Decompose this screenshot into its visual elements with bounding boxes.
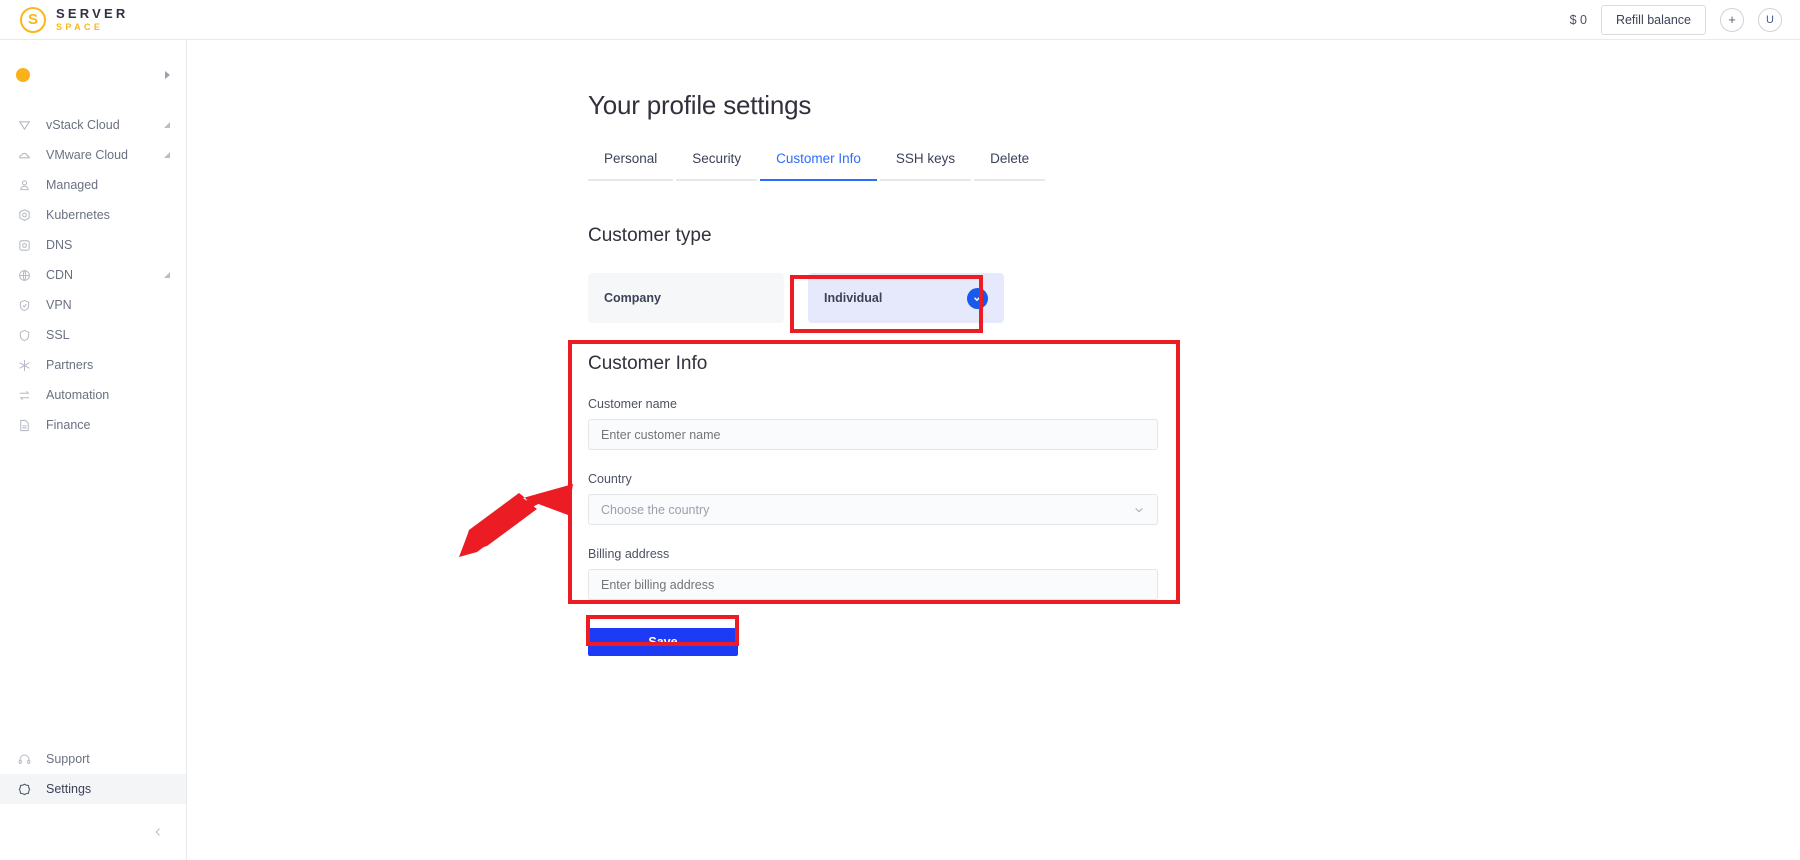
sidebar-item-label: Finance: [46, 418, 91, 432]
logo-s-icon: S: [20, 6, 46, 33]
main-content: Your profile settings Personal Security …: [187, 40, 1800, 860]
sidebar: vStack Cloud VMware Cloud Managed Kubern…: [0, 40, 187, 860]
customer-type-company[interactable]: Company: [588, 273, 784, 323]
sidebar-item-label: VPN: [46, 298, 72, 312]
field-customer-name: Customer name: [588, 397, 1188, 450]
sidebar-item-label: DNS: [46, 238, 73, 252]
billing-address-input[interactable]: [588, 569, 1158, 600]
field-country: Country Choose the country: [588, 472, 1188, 525]
chevron-down-icon: [1133, 504, 1145, 516]
sidebar-item-label: Settings: [46, 782, 92, 796]
billing-address-label: Billing address: [588, 547, 670, 561]
sidebar-item-label: VMware Cloud: [46, 148, 128, 162]
sidebar-item-dns[interactable]: DNS: [0, 230, 186, 260]
sidebar-item-label: Support: [46, 752, 90, 766]
expand-indicator-icon: [164, 152, 170, 158]
sidebar-item-label: CDN: [46, 268, 74, 282]
country-label: Country: [588, 472, 632, 486]
tab-ssh-keys[interactable]: SSH keys: [879, 151, 972, 181]
vpn-icon: [16, 297, 32, 313]
dns-icon: [16, 237, 32, 253]
sidebar-item-label: Kubernetes: [46, 208, 110, 222]
customer-type-individual-label: Individual: [824, 291, 883, 305]
sidebar-item-label: SSL: [46, 328, 70, 342]
chevron-right-icon: [165, 71, 170, 79]
country-select-placeholder: Choose the country: [601, 502, 710, 517]
settings-tabs: Personal Security Customer Info SSH keys…: [588, 151, 1048, 181]
managed-icon: [16, 177, 32, 193]
country-select[interactable]: Choose the country: [588, 494, 1158, 525]
sidebar-item-vmware-cloud[interactable]: VMware Cloud: [0, 140, 186, 170]
expand-indicator-icon: [164, 122, 170, 128]
profile-settings-page: Your profile settings Personal Security …: [187, 40, 1800, 656]
sidebar-item-support[interactable]: Support: [0, 744, 186, 774]
page-title: Your profile settings: [588, 90, 812, 120]
sidebar-item-label: Partners: [46, 358, 94, 372]
kubernetes-icon: [16, 207, 32, 223]
customer-info-panel: Customer Info Customer name Country Choo…: [588, 353, 1188, 600]
sidebar-item-label: vStack Cloud: [46, 118, 120, 132]
logo[interactable]: S SERVER SPACE: [0, 6, 128, 33]
logo-text: SERVER SPACE: [56, 7, 128, 32]
sidebar-item-finance[interactable]: Finance: [0, 410, 186, 440]
customer-type-individual[interactable]: Individual: [808, 273, 1004, 323]
header-actions: $ 0 Refill balance + U: [1569, 4, 1800, 35]
sidebar-account-selector[interactable]: [0, 54, 186, 96]
customer-type-company-label: Company: [604, 291, 661, 305]
sidebar-item-label: Managed: [46, 178, 99, 192]
customer-name-label: Customer name: [588, 397, 677, 411]
balance-amount: $ 0: [1569, 12, 1587, 27]
tab-security[interactable]: Security: [676, 151, 758, 181]
top-header: S SERVER SPACE $ 0 Refill balance + U: [0, 0, 1800, 40]
chevron-left-icon: [155, 828, 160, 836]
sidebar-item-automation[interactable]: Automation: [0, 380, 186, 410]
customer-info-title: Customer Info: [588, 353, 708, 374]
expand-indicator-icon: [164, 272, 170, 278]
finance-icon: [16, 417, 32, 433]
tab-customer-info[interactable]: Customer Info: [760, 151, 877, 181]
logo-primary-text: SERVER: [56, 6, 129, 21]
gear-icon: [16, 781, 32, 797]
sidebar-item-partners[interactable]: Partners: [0, 350, 186, 380]
sidebar-item-vstack-cloud[interactable]: vStack Cloud: [0, 110, 186, 140]
globe-icon: [16, 267, 32, 283]
partners-icon: [16, 357, 32, 373]
check-circle-icon: [967, 287, 988, 309]
save-button[interactable]: Save: [588, 628, 738, 656]
tab-personal[interactable]: Personal: [588, 151, 674, 181]
sidebar-item-label: Automation: [46, 388, 110, 402]
cloud-icon: [16, 147, 32, 163]
orange-dot-icon: [16, 68, 30, 82]
add-button[interactable]: +: [1720, 7, 1744, 32]
field-billing-address: Billing address: [588, 547, 1188, 600]
refill-balance-button[interactable]: Refill balance: [1600, 4, 1706, 35]
sidebar-collapse-button[interactable]: [0, 804, 186, 860]
sidebar-item-kubernetes[interactable]: Kubernetes: [0, 200, 186, 230]
customer-type-options: Company Individual: [588, 273, 1800, 323]
sidebar-item-ssl[interactable]: SSL: [0, 320, 186, 350]
sidebar-item-vpn[interactable]: VPN: [0, 290, 186, 320]
headset-icon: [16, 751, 32, 767]
sidebar-item-managed[interactable]: Managed: [0, 170, 186, 200]
sidebar-bottom: Support Settings: [0, 744, 186, 860]
tab-delete[interactable]: Delete: [974, 151, 1046, 181]
logo-secondary-text: SPACE: [56, 22, 104, 32]
vstack-icon: [16, 117, 32, 133]
sidebar-item-settings[interactable]: Settings: [0, 774, 186, 804]
sidebar-nav: vStack Cloud VMware Cloud Managed Kubern…: [0, 110, 186, 440]
automation-icon: [16, 387, 32, 403]
avatar[interactable]: U: [1758, 7, 1782, 32]
customer-type-title: Customer type: [588, 225, 712, 246]
shield-icon: [16, 327, 32, 343]
customer-name-input[interactable]: [588, 419, 1158, 450]
sidebar-item-cdn[interactable]: CDN: [0, 260, 186, 290]
